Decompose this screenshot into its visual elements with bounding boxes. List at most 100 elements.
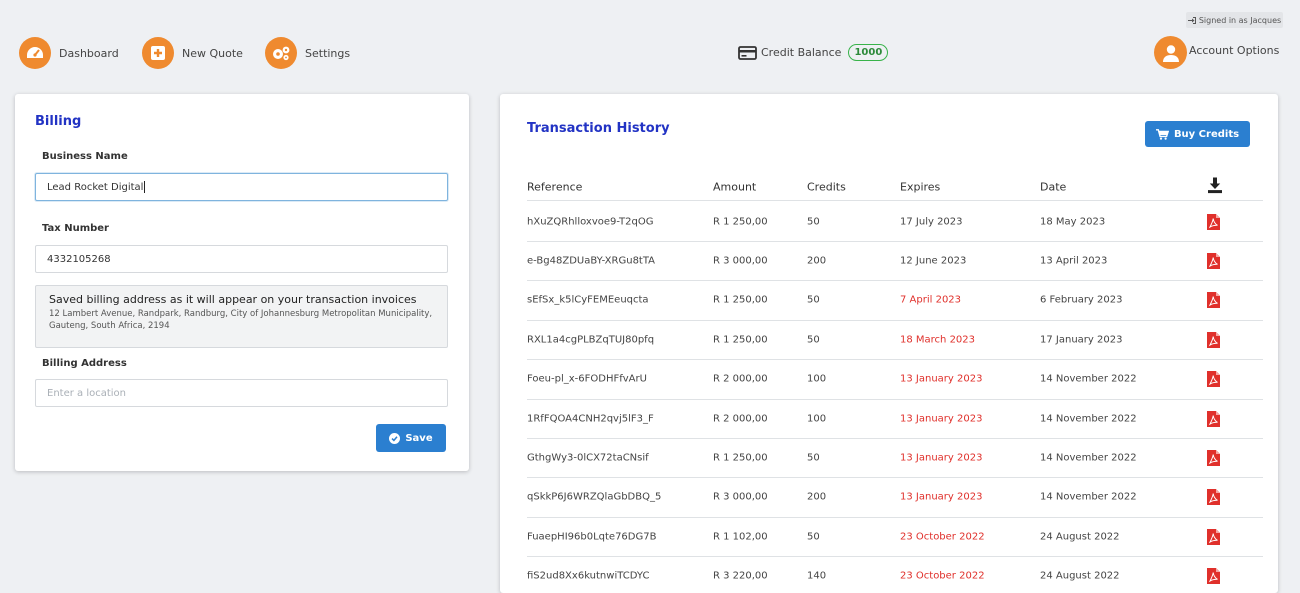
date-cell: 13 April 2023 [1040, 255, 1108, 267]
expires-cell: 13 January 2023 [900, 413, 983, 424]
billing-address-label: Billing Address [42, 358, 127, 369]
save-button-label: Save [405, 432, 433, 444]
tax-number-value: 4332105268 [47, 253, 111, 265]
amount-cell: R 3 220,00 [713, 570, 768, 582]
billing-address-input[interactable]: Enter a location [35, 379, 448, 407]
expires-cell: 13 January 2023 [900, 452, 983, 464]
date-cell: 14 November 2022 [1040, 491, 1137, 503]
reference-cell: GthgWy3-0lCX72taCNsif [527, 452, 649, 464]
pdf-download-icon[interactable] [1207, 410, 1220, 427]
credit-balance: Credit Balance 1000 [738, 44, 889, 61]
credits-cell: 50 [807, 334, 820, 346]
amount-cell: R 1 250,00 [713, 216, 768, 227]
credits-cell: 50 [807, 452, 820, 464]
credits-cell: 50 [807, 531, 820, 543]
nav-settings[interactable]: Settings [265, 37, 350, 69]
download-all-icon[interactable] [1207, 177, 1223, 197]
expires-cell: 23 October 2022 [900, 570, 985, 582]
pdf-download-icon[interactable] [1207, 213, 1220, 230]
dashboard-icon [19, 37, 51, 69]
tax-number-label: Tax Number [42, 223, 109, 234]
saved-address-text: 12 Lambert Avenue, Randpark, Randburg, C… [49, 309, 433, 331]
table-row: FuaepHI96b0Lqte76DG7B R 1 102,00 50 23 Octo… [527, 517, 1263, 558]
table-row: hXuZQRhlloxvoe9-T2qOG R 1 250,00 50 17 July… [527, 202, 1263, 242]
expires-cell: 17 July 2023 [900, 216, 963, 227]
column-header-amount: Amount [713, 180, 757, 194]
plus-icon [142, 37, 174, 69]
date-cell: 24 August 2022 [1040, 531, 1120, 543]
pdf-download-icon[interactable] [1207, 528, 1220, 545]
reference-cell: RXL1a4cgPLBZqTUJ80pfq [527, 334, 655, 346]
table-row: qSkkP6J6WRZQlaGbDBQ_5 R 3 000,00 200 13 Jan… [527, 478, 1263, 518]
amount-cell: R 1 102,00 [713, 531, 768, 543]
billing-address-placeholder: Enter a location [47, 387, 127, 399]
amount-cell: R 1 250,00 [713, 452, 768, 464]
cart-icon [1155, 128, 1169, 140]
expires-cell: 13 January 2023 [900, 491, 983, 503]
table-header: Reference Amount Credits Expires Date [527, 174, 1263, 201]
saved-address-title: Saved billing address as it will appear … [49, 293, 417, 306]
reference-cell: 1RfFQOA4CNH2qvj5lF3_F [527, 413, 654, 424]
business-name-input[interactable]: Lead Rocket Digital [35, 173, 448, 201]
reference-cell: FuaepHI96b0Lqte76DG7B [527, 531, 657, 543]
check-circle-icon [389, 432, 401, 444]
tax-number-input[interactable]: 4332105268 [35, 245, 448, 273]
pdf-download-icon[interactable] [1207, 489, 1220, 506]
reference-cell: fiS2ud8Xx6kutnwiTCDYC [527, 570, 650, 582]
pdf-download-icon[interactable] [1207, 371, 1220, 388]
reference-cell: sEfSx_k5lCyFEMEeuqcta [527, 294, 649, 306]
billing-panel: Billing Business Name Lead Rocket Digita… [15, 94, 469, 471]
gears-icon [265, 37, 297, 69]
expires-cell: 12 June 2023 [900, 255, 967, 267]
credit-balance-badge: 1000 [848, 44, 889, 61]
credits-cell: 50 [807, 216, 820, 227]
pdf-download-icon[interactable] [1207, 568, 1220, 585]
table-row: fiS2ud8Xx6kutnwiTCDYC R 3 220,00 140 23 Oct… [527, 557, 1263, 593]
account-options-label: Account Options [1189, 44, 1280, 57]
credits-cell: 140 [807, 570, 827, 582]
buy-credits-button[interactable]: Buy Credits [1145, 121, 1250, 147]
account-options-button[interactable]: Account Options [1154, 36, 1279, 69]
date-cell: 24 August 2022 [1040, 570, 1120, 582]
date-cell: 14 November 2022 [1040, 413, 1137, 424]
text-caret [144, 181, 146, 193]
billing-title: Billing [35, 114, 82, 129]
date-cell: 6 February 2023 [1040, 294, 1123, 306]
signed-in-indicator: Signed in as Jacques [1186, 12, 1283, 28]
user-avatar-icon [1154, 36, 1187, 69]
date-cell: 14 November 2022 [1040, 373, 1137, 385]
transaction-history-title: Transaction History [527, 121, 670, 136]
pdf-download-icon[interactable] [1207, 292, 1220, 309]
pdf-download-icon[interactable] [1207, 331, 1220, 348]
table-row: GthgWy3-0lCX72taCNsif R 1 250,00 50 13 Janu… [527, 438, 1263, 479]
amount-cell: R 1 250,00 [713, 294, 768, 306]
business-name-label: Business Name [42, 151, 128, 162]
reference-cell: Foeu-pl_x-6FODHFfvArU [527, 373, 647, 385]
business-name-value: Lead Rocket Digital [47, 181, 144, 193]
nav-new-quote[interactable]: New Quote [142, 37, 243, 69]
pdf-download-icon[interactable] [1207, 449, 1220, 466]
save-button[interactable]: Save [376, 424, 446, 452]
column-header-credits: Credits [807, 180, 846, 194]
table-row: e-Bg48ZDUaBY-XRGu8tTA R 3 000,00 200 12 Jun… [527, 241, 1263, 282]
transaction-history-panel: Transaction History Buy Credits Referenc… [500, 94, 1278, 593]
nav-dashboard[interactable]: Dashboard [19, 37, 119, 69]
credits-cell: 100 [807, 373, 827, 385]
amount-cell: R 3 000,00 [713, 255, 768, 267]
credit-card-icon [738, 45, 757, 60]
amount-cell: R 2 000,00 [713, 373, 768, 385]
pdf-download-icon[interactable] [1207, 252, 1220, 269]
expires-cell: 18 March 2023 [900, 334, 976, 346]
credits-cell: 200 [807, 491, 827, 503]
credits-cell: 50 [807, 294, 820, 306]
nav-dashboard-label: Dashboard [59, 46, 119, 60]
table-row: RXL1a4cgPLBZqTUJ80pfq R 1 250,00 50 18 Marc… [527, 320, 1263, 361]
reference-cell: qSkkP6J6WRZQlaGbDBQ_5 [527, 491, 662, 503]
expires-cell: 13 January 2023 [900, 373, 983, 385]
amount-cell: R 1 250,00 [713, 334, 768, 346]
reference-cell: e-Bg48ZDUaBY-XRGu8tTA [527, 255, 656, 267]
amount-cell: R 3 000,00 [713, 491, 768, 503]
signed-in-label: Signed in as Jacques [1198, 15, 1282, 25]
column-header-expires: Expires [900, 180, 941, 194]
table-row: Foeu-pl_x-6FODHFfvArU R 2 000,00 100 13 Jan… [527, 360, 1263, 400]
